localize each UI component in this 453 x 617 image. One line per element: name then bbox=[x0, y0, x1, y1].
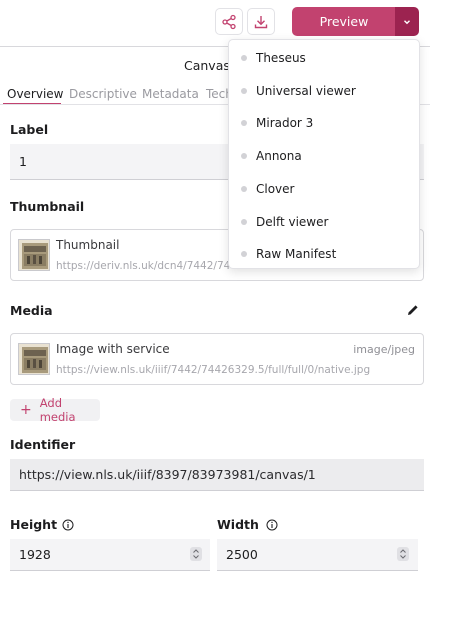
thumbnail-title: Thumbnail bbox=[56, 238, 120, 252]
download-icon bbox=[254, 15, 268, 28]
menu-item-label: Raw Manifest bbox=[256, 246, 337, 261]
width-input[interactable]: 2500 bbox=[217, 539, 418, 571]
tab-overview[interactable]: Overview bbox=[7, 87, 64, 101]
menu-item-mirador-3[interactable]: Mirador 3 bbox=[229, 106, 419, 139]
thumbnail-image bbox=[18, 239, 50, 271]
share-button[interactable] bbox=[215, 8, 243, 35]
menu-item-theseus[interactable]: Theseus bbox=[229, 41, 419, 74]
menu-item-label: Annona bbox=[256, 148, 302, 163]
canvas-title: Canvas bbox=[184, 58, 230, 73]
menu-item-label: Mirador 3 bbox=[256, 115, 314, 130]
stepper-arrows-icon bbox=[193, 549, 199, 559]
height-stepper[interactable] bbox=[190, 547, 202, 561]
info-icon[interactable] bbox=[266, 519, 278, 531]
chevron-down-icon bbox=[404, 19, 410, 24]
media-heading: Media bbox=[10, 303, 53, 318]
info-icon[interactable] bbox=[62, 519, 74, 531]
height-heading: Height bbox=[10, 517, 58, 532]
identifier-heading: Identifier bbox=[10, 437, 76, 452]
width-heading: Width bbox=[217, 517, 259, 532]
menu-item-label: Universal viewer bbox=[256, 83, 356, 98]
identifier-field: https://view.nls.uk/iiif/8397/83973981/c… bbox=[10, 459, 424, 491]
download-button[interactable] bbox=[247, 8, 275, 35]
preview-button[interactable]: Preview bbox=[292, 7, 396, 36]
bullet-icon bbox=[241, 54, 247, 61]
menu-item-label: Theseus bbox=[256, 50, 306, 65]
bullet-icon bbox=[241, 119, 247, 126]
menu-item-universal-viewer[interactable]: Universal viewer bbox=[229, 74, 419, 107]
media-card[interactable]: Image with service image/jpeg https://vi… bbox=[10, 333, 424, 385]
bullet-icon bbox=[241, 185, 247, 192]
tab-descriptive[interactable]: Descriptive bbox=[69, 87, 137, 101]
media-title: Image with service bbox=[56, 342, 170, 356]
plus-icon: + bbox=[20, 402, 32, 418]
bullet-icon bbox=[241, 250, 247, 257]
width-stepper[interactable] bbox=[397, 547, 409, 561]
bullet-icon bbox=[241, 152, 247, 159]
media-type: image/jpeg bbox=[353, 343, 415, 356]
tab-metadata[interactable]: Metadata bbox=[142, 87, 199, 101]
add-media-button[interactable]: + Add media bbox=[10, 396, 100, 424]
menu-item-label: Delft viewer bbox=[256, 214, 329, 229]
preview-dropdown-menu: Theseus Universal viewer Mirador 3 Annon… bbox=[228, 39, 420, 269]
bullet-icon bbox=[241, 87, 247, 94]
add-media-label: Add media bbox=[39, 396, 76, 424]
thumbnail-url: https://deriv.nls.uk/dcn4/7442/7442 bbox=[56, 260, 244, 272]
menu-item-clover[interactable]: Clover bbox=[229, 172, 419, 205]
bullet-icon bbox=[241, 218, 247, 225]
height-input[interactable]: 1928 bbox=[10, 539, 210, 571]
menu-item-delft-viewer[interactable]: Delft viewer bbox=[229, 205, 419, 238]
share-icon bbox=[222, 14, 236, 29]
media-image bbox=[18, 343, 50, 375]
stepper-arrows-icon bbox=[400, 549, 406, 559]
menu-item-label: Clover bbox=[256, 181, 295, 196]
pencil-icon[interactable] bbox=[406, 303, 420, 317]
menu-item-raw-manifest[interactable]: Raw Manifest bbox=[229, 237, 419, 270]
thumbnail-heading: Thumbnail bbox=[10, 199, 85, 214]
media-url: https://view.nls.uk/iiif/7442/74426329.5… bbox=[56, 364, 371, 376]
preview-menu-toggle[interactable] bbox=[395, 7, 419, 36]
menu-item-annona[interactable]: Annona bbox=[229, 139, 419, 172]
label-heading: Label bbox=[10, 122, 49, 137]
